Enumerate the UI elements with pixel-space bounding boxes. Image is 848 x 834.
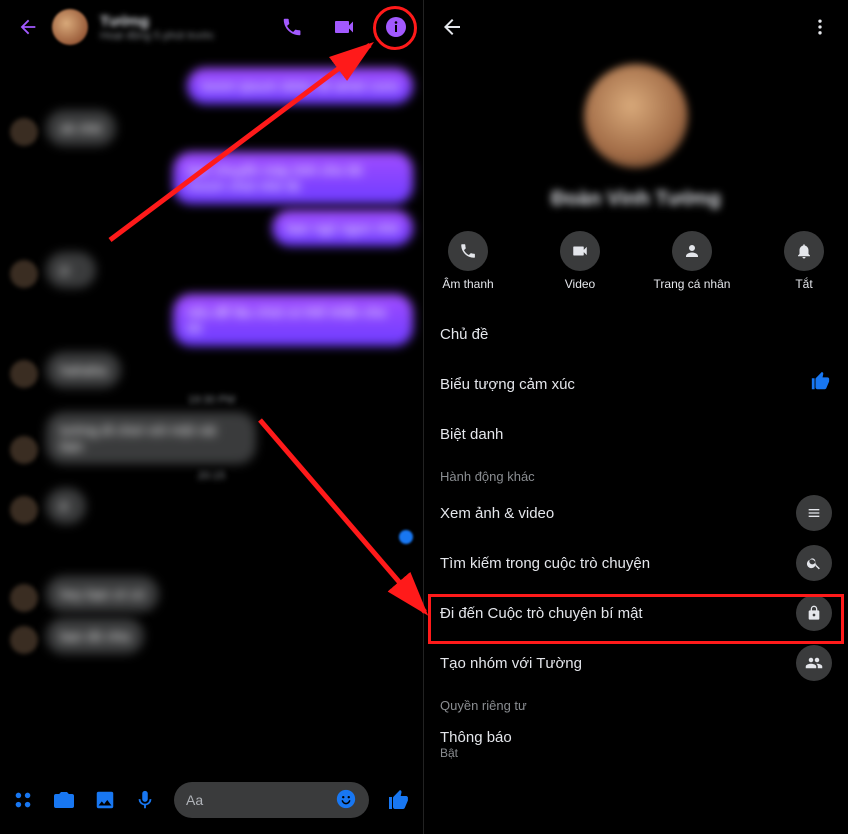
emoji-button[interactable] [335, 788, 357, 813]
avatar [10, 118, 38, 146]
person-icon [683, 242, 701, 260]
chat-body[interactable]: lorem ipsum dolor sit amet cons ok nhé b… [0, 54, 423, 764]
action-label: Tắt [795, 277, 812, 291]
section-header: Hành động khác [424, 459, 848, 488]
more-button[interactable] [802, 9, 838, 45]
mic-icon [134, 789, 156, 811]
contact-name: Tường [100, 13, 269, 30]
timestamp: 19:30 PM [10, 394, 413, 406]
section-header: Quyền riêng tư [424, 688, 848, 717]
back-button[interactable] [10, 9, 46, 45]
avatar [10, 260, 38, 288]
info-button[interactable] [379, 10, 413, 44]
smiley-icon [335, 788, 357, 810]
row-label: Tạo nhóm với Tường [440, 655, 582, 672]
message-bubble[interactable]: hey bạn ơi có [46, 576, 159, 612]
message-bubble[interactable]: hahaha [46, 352, 121, 388]
row-search[interactable]: Tìm kiếm trong cuộc trò chuyện [424, 538, 848, 588]
stack-icon [796, 495, 832, 531]
row-label: Thông báo [440, 729, 512, 746]
arrow-left-icon [17, 16, 39, 38]
row-sublabel: Bật [440, 746, 458, 760]
avatar [10, 626, 38, 654]
phone-icon [281, 16, 303, 38]
audio-call-button[interactable] [275, 10, 309, 44]
info-icon [384, 15, 408, 39]
message-bubble[interactable]: bạn chuyển máy tính cho tôi mượn chút nh… [173, 152, 413, 204]
row-emoji[interactable]: Biểu tượng cảm xúc [424, 359, 848, 409]
row-label: Biệt danh [440, 426, 503, 443]
avatar [10, 436, 38, 464]
action-label: Âm thanh [442, 277, 493, 291]
camera-button[interactable] [52, 788, 76, 812]
avatar [10, 584, 38, 612]
more-vert-icon [810, 17, 830, 37]
message-bubble[interactable]: ê [46, 488, 86, 524]
row-create-group[interactable]: Tạo nhóm với Tường [424, 638, 848, 688]
settings-list: Chủ đề Biểu tượng cảm xúc Biệt danh Hành… [424, 309, 848, 771]
like-button[interactable] [387, 788, 411, 812]
avatar[interactable] [584, 64, 688, 168]
video-icon [332, 15, 356, 39]
profile-block: Đoàn Vinh Tường [424, 64, 848, 211]
info-header [424, 0, 848, 54]
mic-button[interactable] [134, 789, 156, 811]
profile-name: Đoàn Vinh Tường [551, 188, 720, 211]
timestamp: 20:15 [10, 470, 413, 482]
action-label: Video [565, 277, 595, 291]
video-call-button[interactable] [327, 10, 361, 44]
phone-icon [459, 242, 477, 260]
info-pane: Đoàn Vinh Tường Âm thanh Video Trang cá … [424, 0, 848, 834]
back-button[interactable] [434, 9, 470, 45]
search-icon [796, 545, 832, 581]
message-input[interactable]: Aa [174, 782, 369, 818]
row-label: Đi đến Cuộc trò chuyện bí mật [440, 605, 643, 622]
row-media[interactable]: Xem ảnh & video [424, 488, 848, 538]
row-theme[interactable]: Chủ đề [424, 309, 848, 359]
group-icon [796, 645, 832, 681]
message-bubble[interactable]: ừ [46, 252, 96, 288]
message-bubble[interactable]: bạn đó nha [46, 618, 144, 654]
avatar [10, 496, 38, 524]
action-mute[interactable]: Tắt [765, 231, 843, 291]
row-secret-conversation[interactable]: Đi đến Cuộc trò chuyện bí mật [424, 588, 848, 638]
row-label: Xem ảnh & video [440, 505, 554, 522]
message-bubble[interactable]: nếu để lâu chút có thể nhắn cho tôi [173, 294, 413, 346]
composer: Aa [0, 770, 423, 830]
action-profile[interactable]: Trang cá nhân [653, 231, 731, 291]
thumbs-up-icon [810, 370, 832, 398]
message-bubble[interactable]: bạn ngủ ngon nhé [272, 210, 413, 246]
video-icon [571, 242, 589, 260]
bell-icon [795, 242, 813, 260]
row-label: Tìm kiếm trong cuộc trò chuyện [440, 555, 650, 572]
header-actions [275, 10, 413, 44]
thumbs-up-icon [387, 788, 411, 812]
camera-icon [52, 788, 76, 812]
action-audio[interactable]: Âm thanh [429, 231, 507, 291]
avatar [10, 360, 38, 388]
row-label: Chủ đề [440, 326, 488, 343]
gallery-button[interactable] [94, 789, 116, 811]
image-icon [94, 789, 116, 811]
message-bubble[interactable]: tường đi chơi với một vài bạn [46, 412, 256, 464]
contact-title[interactable]: Tường Hoạt động 5 phút trước [100, 13, 269, 42]
grid-icon [12, 789, 34, 811]
row-label: Biểu tượng cảm xúc [440, 376, 575, 393]
chat-header: Tường Hoạt động 5 phút trước [0, 0, 423, 54]
chat-pane: Tường Hoạt động 5 phút trước lorem ipsum… [0, 0, 424, 834]
arrow-left-icon [440, 15, 464, 39]
action-video[interactable]: Video [541, 231, 619, 291]
row-notifications[interactable]: Thông báo Bật [424, 717, 848, 771]
action-row: Âm thanh Video Trang cá nhân Tắt [424, 231, 848, 291]
message-bubble[interactable]: ok nhé [46, 110, 116, 146]
contact-status: Hoạt động 5 phút trước [100, 30, 269, 42]
avatar[interactable] [52, 9, 88, 45]
action-label: Trang cá nhân [654, 277, 731, 291]
placeholder: Aa [186, 792, 203, 808]
row-nickname[interactable]: Biệt danh [424, 409, 848, 459]
message-bubble[interactable]: lorem ipsum dolor sit amet cons [187, 68, 413, 104]
apps-button[interactable] [12, 789, 34, 811]
lock-icon [796, 595, 832, 631]
seen-indicator [399, 530, 413, 544]
